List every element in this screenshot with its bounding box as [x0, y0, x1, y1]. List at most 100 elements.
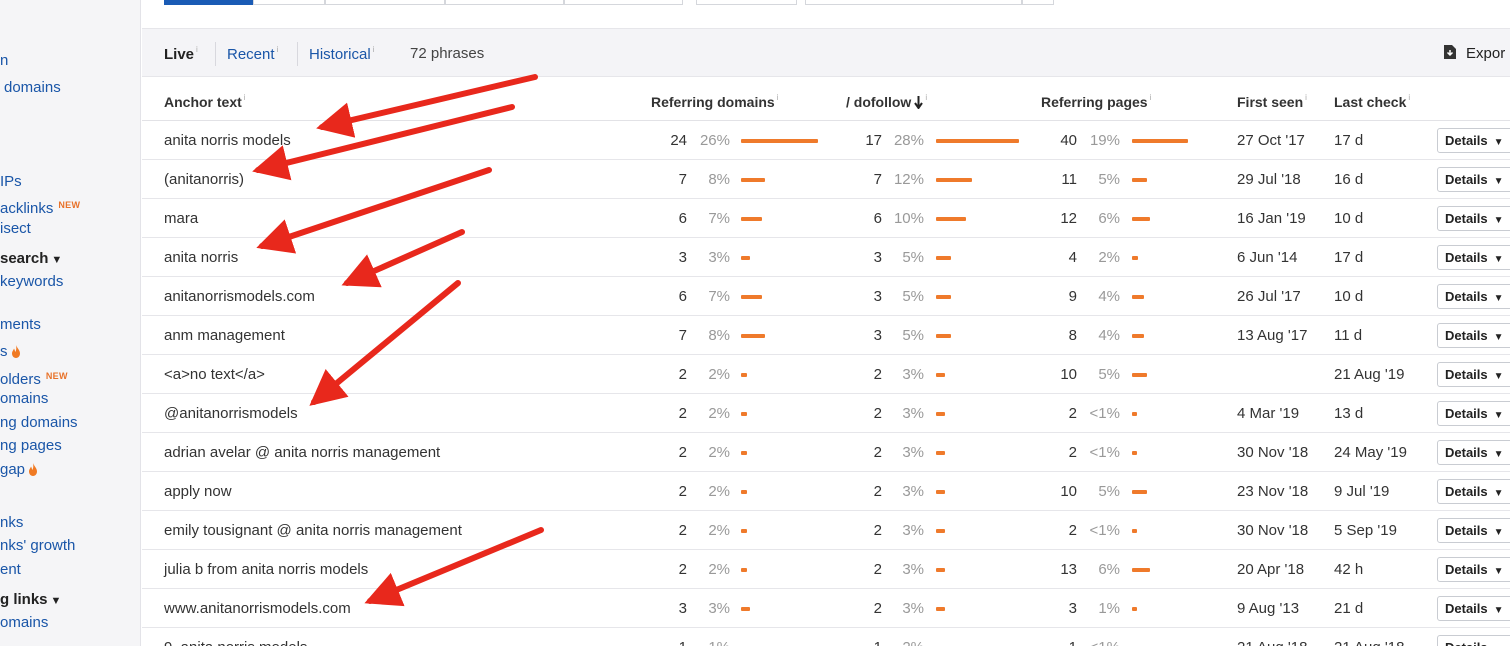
chevron-down-icon: ▼	[1493, 176, 1504, 187]
sidebar-item-label: omains	[0, 390, 49, 407]
sidebar-item[interactable]: IPs	[0, 173, 22, 191]
toolbar-segment-active[interactable]	[164, 0, 253, 5]
col-anchor-text[interactable]: Anchor text i	[164, 93, 246, 110]
details-button[interactable]: Details ▼	[1437, 128, 1510, 153]
toolbar-input-button[interactable]	[1022, 0, 1054, 5]
details-label: Details	[1445, 445, 1488, 460]
details-button[interactable]: Details▼	[1437, 557, 1510, 582]
sidebar-item-label: search	[0, 250, 49, 267]
dofollow-percent: 3%	[902, 561, 924, 578]
dofollow-bar	[936, 568, 945, 572]
table-row: 9. anita norris models11%12%1<1%21 Aug '…	[142, 628, 1510, 646]
toolbar-segment[interactable]	[564, 0, 683, 5]
sidebar-item[interactable]: nks' growth	[0, 537, 75, 555]
details-button[interactable]: Details▼	[1437, 440, 1510, 465]
details-button[interactable]: Details▼	[1437, 245, 1510, 270]
toolbar-segment[interactable]	[445, 0, 564, 5]
toolbar-strip	[142, 0, 1510, 29]
chevron-down-icon: ▼	[1493, 293, 1504, 304]
toolbar-input[interactable]	[805, 0, 1022, 5]
details-label: Details	[1445, 289, 1488, 304]
dofollow-bar	[936, 373, 945, 377]
details-button[interactable]: Details▼	[1437, 518, 1510, 543]
toolbar-dropdown[interactable]	[696, 0, 797, 5]
referring-domains-percent: 7%	[708, 210, 730, 227]
details-label: Details	[1445, 328, 1488, 343]
sidebar-section-header[interactable]: search ▼	[0, 250, 62, 269]
details-button[interactable]: Details▼	[1437, 635, 1510, 646]
dofollow-percent: 3%	[902, 600, 924, 617]
dofollow-bar	[936, 295, 951, 299]
first-seen-date: 16 Jan '19	[1237, 210, 1306, 227]
sidebar-item[interactable]: ng pages	[0, 437, 62, 455]
details-button[interactable]: Details▼	[1437, 401, 1510, 426]
col-dofollow[interactable]: / dofollow i	[846, 93, 927, 110]
sidebar-item-label: keywords	[0, 273, 64, 290]
sidebar-item[interactable]: acklinks NEW	[0, 196, 80, 218]
first-seen-date: 27 Oct '17	[1237, 132, 1305, 149]
details-button[interactable]: Details▼	[1437, 362, 1510, 387]
dofollow-bar	[936, 607, 945, 611]
referring-pages-bar	[1132, 412, 1137, 416]
col-first-seen[interactable]: First seen i	[1237, 93, 1307, 110]
referring-pages-bar	[1132, 139, 1188, 143]
referring-pages-value: 13	[1060, 561, 1077, 578]
sidebar-item[interactable]: omains	[0, 614, 48, 632]
referring-domains-bar	[741, 568, 747, 572]
col-referring-domains[interactable]: Referring domains i	[651, 93, 778, 110]
anchor-text: julia b from anita norris models	[164, 561, 369, 578]
anchor-text: anita norris models	[164, 132, 291, 149]
toolbar-segment[interactable]	[253, 0, 325, 5]
export-button[interactable]: Expor	[1444, 45, 1505, 62]
tab-separator	[215, 42, 216, 66]
details-button[interactable]: Details▼	[1437, 596, 1510, 621]
referring-domains-percent: 3%	[708, 600, 730, 617]
details-button[interactable]: Details▼	[1437, 323, 1510, 348]
details-label: Details	[1445, 133, 1488, 148]
details-button[interactable]: Details▼	[1437, 479, 1510, 504]
dofollow-bar	[936, 139, 1019, 143]
details-button[interactable]: Details ▼	[1437, 284, 1510, 309]
sidebar-item[interactable]: omains	[0, 390, 48, 408]
referring-pages-bar	[1132, 451, 1137, 455]
sidebar-item[interactable]: ments	[0, 316, 41, 334]
dofollow-percent: 3%	[902, 405, 924, 422]
sidebar-item[interactable]: keywords	[0, 273, 63, 291]
last-check-date: 17 d	[1334, 249, 1364, 266]
sidebar-item[interactable]: domains	[4, 79, 61, 97]
sidebar-item[interactable]: ent	[0, 561, 21, 579]
chevron-down-icon: ▼	[1493, 137, 1504, 148]
details-label: Details	[1445, 523, 1488, 538]
col-last-check[interactable]: Last check i	[1334, 93, 1410, 110]
details-button[interactable]: Details▼	[1437, 167, 1510, 192]
referring-domains-value: 2	[678, 444, 687, 461]
sidebar-item[interactable]: nks	[0, 514, 23, 532]
last-check-date: 16 d	[1334, 171, 1364, 188]
col-referring-pages[interactable]: Referring pages i	[1041, 93, 1151, 110]
first-seen-date: 13 Aug '17	[1237, 327, 1308, 344]
dofollow-percent: 3%	[902, 444, 924, 461]
dofollow-value: 3	[873, 327, 882, 344]
details-label: Details	[1445, 640, 1488, 646]
table-row: anitanorrismodels.com 6 7% 3 5% 9 4% 26 Jul '17…	[142, 277, 1510, 316]
sidebar-item[interactable]: ng domains	[0, 414, 78, 432]
sidebar-item[interactable]: n	[0, 52, 8, 70]
details-button[interactable]: Details▼	[1437, 206, 1510, 231]
referring-domains-bar	[741, 412, 747, 416]
table-row: mara 6 7% 6 10% 12 6% 16 Jan '19 10 d Details ▼	[142, 199, 1510, 238]
tab-recent[interactable]: Recent i	[227, 45, 278, 63]
tab-live[interactable]: Live i	[164, 45, 198, 63]
chevron-down-icon: ▼	[1493, 488, 1504, 499]
tab-historical[interactable]: Historical i	[309, 45, 374, 63]
sidebar-item-label: domains	[4, 79, 61, 96]
referring-pages-bar	[1132, 334, 1144, 338]
anchor-text: <a>no text</a>	[164, 366, 265, 383]
dofollow-value: 2	[873, 366, 882, 383]
sidebar-item[interactable]: olders NEW	[0, 367, 68, 389]
sidebar-item[interactable]: s	[0, 343, 21, 361]
sidebar-item[interactable]: gap	[0, 461, 38, 479]
toolbar-segment[interactable]	[325, 0, 445, 5]
sidebar-section-header[interactable]: g links ▼	[0, 591, 61, 610]
tab-separator	[297, 42, 298, 66]
sidebar-item[interactable]: isect	[0, 220, 31, 238]
